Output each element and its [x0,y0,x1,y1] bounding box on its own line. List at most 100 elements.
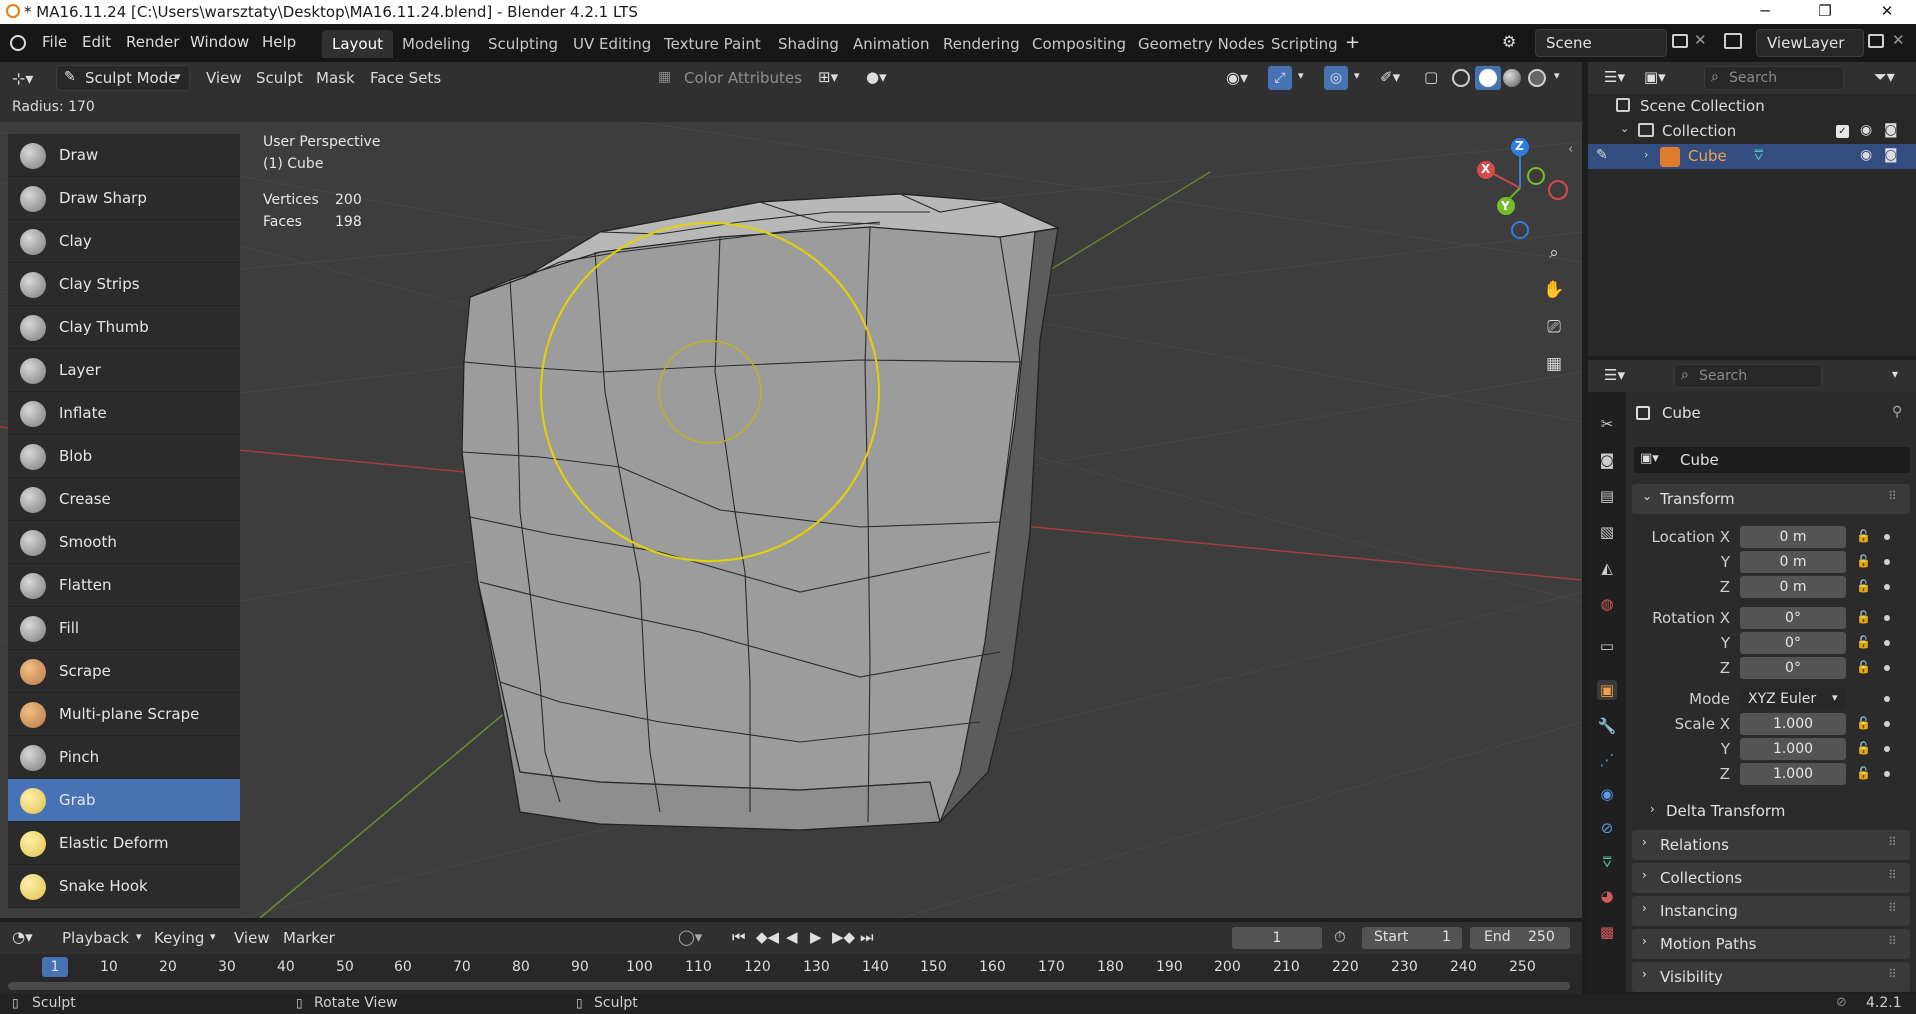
minimize-button[interactable]: ─ [1742,0,1788,24]
overlay-dropdown-icon[interactable]: ▾ [1354,69,1360,82]
keyframe-dot[interactable] [1884,640,1890,646]
lock-icon[interactable]: 🔓 [1856,716,1872,732]
expand-chevron-icon[interactable]: › [1644,148,1648,161]
pin-icon[interactable]: ⚲ [1892,404,1902,420]
brush-draw[interactable]: Draw [8,134,240,177]
menu-timeline-view[interactable]: View [234,929,270,947]
output-tab-icon[interactable]: ▤ [1597,486,1617,506]
brush-elastic-deform[interactable]: Elastic Deform [8,822,240,865]
gizmo-dropdown-icon[interactable]: ▾ [1298,69,1304,82]
filter-icon[interactable]: ⏷▾ [1874,67,1895,87]
brush-crease[interactable]: Crease [8,478,240,521]
rendered-shading-icon[interactable] [1528,69,1546,87]
delta-transform-subpanel[interactable]: › Delta Transform [1640,800,1910,824]
constraints-tab-icon[interactable]: ⊘ [1597,818,1617,838]
lock-icon[interactable]: 🔓 [1856,610,1872,626]
brush-scrape[interactable]: Scrape [8,650,240,693]
drag-handle-icon[interactable]: ⠿ [1888,868,1897,882]
preview-range-icon[interactable]: ⏱ [1334,928,1346,946]
properties-editor-icon[interactable]: ☰▾ [1604,366,1625,384]
scene-icon[interactable]: ⚙ [1502,32,1516,51]
blender-menu-icon[interactable] [10,35,26,51]
end-frame-field[interactable]: End 250 [1470,927,1570,949]
scene-remove-icon[interactable]: ✕ [1694,31,1707,49]
scale-y-field[interactable]: 1.000 [1740,738,1846,760]
rotation-z-field[interactable]: 0° [1740,657,1846,679]
particles-tab-icon[interactable]: ⋰ [1597,750,1617,770]
drag-handle-icon[interactable]: ⠿ [1888,835,1897,849]
drag-handle-icon[interactable]: ⠿ [1888,489,1897,503]
keyframe-dot[interactable] [1884,534,1890,540]
timeline-editor-icon[interactable]: ◔▾ [12,928,33,946]
keyframe-dot[interactable] [1884,559,1890,565]
play-reverse-icon[interactable]: ◀ [786,928,798,946]
toggle-xray-icon[interactable]: ▢ [1424,68,1438,86]
world-tab-icon[interactable]: ◍ [1597,594,1617,614]
collection-tab-icon[interactable]: ▭ [1597,636,1617,656]
playhead-frame[interactable]: 1 [42,957,68,977]
rotation-x-field[interactable]: 0° [1740,607,1846,629]
location-x-field[interactable]: 0 m [1740,526,1846,548]
drag-handle-icon[interactable]: ⠿ [1888,967,1897,981]
outliner-editor-icon[interactable]: ☰▾ [1604,68,1625,86]
outliner-row-cube[interactable]: ✎ › Cube ⩢ ◉ ◙ [1588,144,1916,169]
xray-icon[interactable]: ✐▾ [1380,68,1400,86]
menu-edit[interactable]: Edit [82,33,111,51]
motion-paths-panel-header[interactable]: › Motion Paths ⠿ [1632,929,1910,959]
menu-file[interactable]: File [42,33,67,51]
physics-tab-icon[interactable]: ◉ [1597,784,1617,804]
editor-type-icon[interactable]: ⊹▾ [12,69,33,88]
location-y-field[interactable]: 0 m [1740,551,1846,573]
brush-inflate[interactable]: Inflate [8,392,240,435]
keyframe-dot[interactable] [1884,665,1890,671]
tab-rendering[interactable]: Rendering [933,30,1030,58]
brush-fill[interactable]: Fill [8,607,240,650]
material-shading-icon[interactable] [1503,69,1521,87]
data-tab-icon[interactable]: ⩢ [1597,852,1617,872]
object-tab-icon[interactable]: ▣ [1597,680,1617,700]
render-camera-icon[interactable]: ◙ [1884,122,1898,138]
brush-clay[interactable]: Clay [8,220,240,263]
menu-sculpt[interactable]: Sculpt [256,69,303,87]
lock-icon[interactable]: 🔓 [1856,766,1872,782]
brush-pinch[interactable]: Pinch [8,736,240,779]
timeline-ruler[interactable]: 1 10 20 30 40 50 60 70 80 90 100 110 120… [0,954,1582,998]
scene-new-icon[interactable] [1672,34,1688,48]
rotation-mode-dropdown[interactable]: XYZ Euler ▾ [1740,688,1846,710]
mode-selector[interactable]: ✎ Sculpt Mode ▾ [56,65,190,91]
include-checkbox[interactable]: ✓ [1836,125,1849,138]
tab-compositing[interactable]: Compositing [1022,30,1136,58]
keyframe-dot[interactable] [1884,696,1890,702]
scene-selector[interactable]: Scene [1535,29,1667,57]
lock-icon[interactable]: 🔓 [1856,579,1872,595]
object-name-field[interactable]: ▣▾ Cube [1634,447,1910,473]
outliner-row-scene-collection[interactable]: Scene Collection [1588,94,1916,119]
rotation-y-field[interactable]: 0° [1740,632,1846,654]
jump-start-icon[interactable]: ⏮ [732,928,746,946]
menu-marker[interactable]: Marker [283,929,335,947]
solid-shading-icon[interactable] [1475,66,1501,90]
brush-draw-sharp[interactable]: Draw Sharp [8,177,240,220]
proportional-icon[interactable]: ●▾ [866,68,887,86]
add-workspace-icon[interactable]: + [1345,32,1360,53]
timeline-scrollbar[interactable] [8,982,1570,990]
modifier-tab-icon[interactable]: 🔧 [1597,716,1617,736]
menu-view[interactable]: View [206,69,242,87]
brush-multi-plane-scrape[interactable]: Multi-plane Scrape [8,693,240,736]
lock-icon[interactable]: 🔓 [1856,741,1872,757]
visibility-panel-header[interactable]: › Visibility ⠿ [1632,962,1910,992]
brush-grab[interactable]: Grab [8,779,240,822]
wireframe-shading-icon[interactable] [1452,69,1470,87]
object-datablock-icon[interactable]: ▣▾ [1640,451,1659,466]
menu-render[interactable]: Render [126,33,179,51]
start-frame-field[interactable]: Start 1 [1362,927,1462,949]
collections-panel-header[interactable]: › Collections ⠿ [1632,863,1910,893]
tab-scripting[interactable]: Scripting [1261,30,1348,58]
scene-tab-icon[interactable]: ◭ [1597,558,1617,578]
render-tab-icon[interactable]: ◙ [1597,450,1617,470]
keyframe-dot[interactable] [1884,584,1890,590]
transform-pivot-icon[interactable]: ⊞▾ [818,68,838,86]
texture-tab-icon[interactable]: ▩ [1597,922,1617,942]
visibility-icon[interactable]: ◉▾ [1226,68,1248,87]
menu-help[interactable]: Help [262,33,296,51]
